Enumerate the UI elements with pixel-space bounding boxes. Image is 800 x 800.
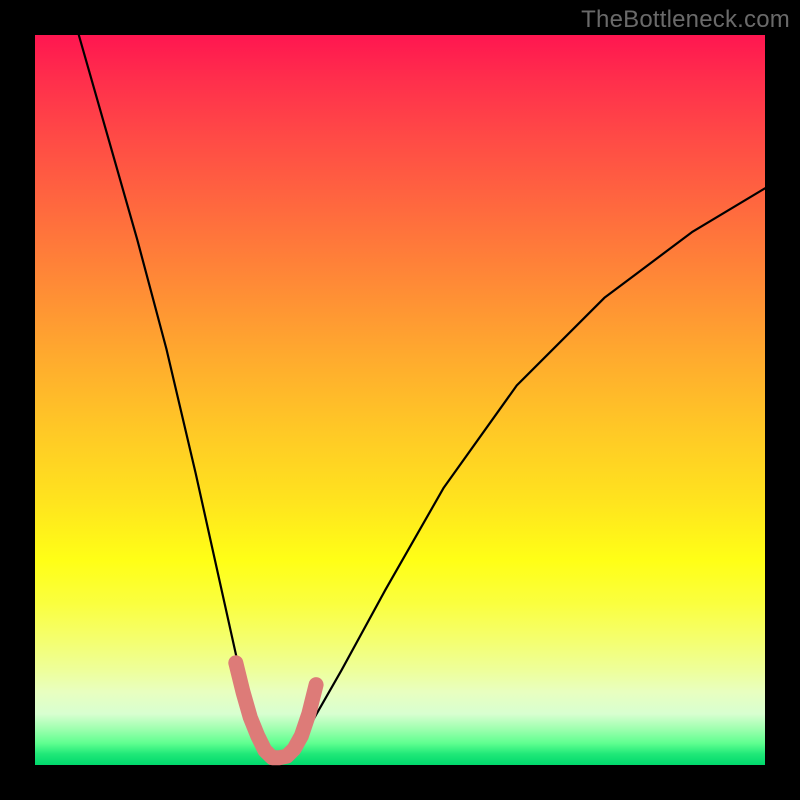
- curve-layer: [35, 35, 765, 765]
- bottleneck-curve: [79, 35, 765, 758]
- highlight-valley: [236, 663, 316, 758]
- chart-frame: TheBottleneck.com: [0, 0, 800, 800]
- watermark-text: TheBottleneck.com: [581, 6, 790, 34]
